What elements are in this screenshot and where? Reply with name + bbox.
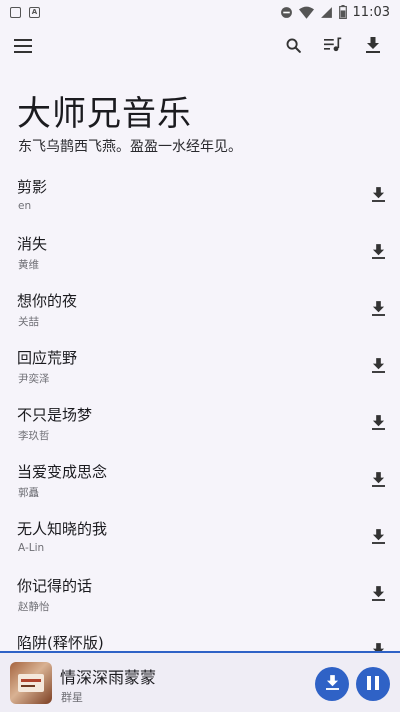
song-row[interactable]: 消失 黄维: [0, 227, 400, 284]
pause-button[interactable]: [356, 667, 390, 701]
notification-box-icon: [10, 6, 21, 18]
menu-button[interactable]: [10, 34, 36, 60]
song-download-button[interactable]: [366, 298, 390, 322]
song-title: 回应荒野: [17, 349, 78, 367]
song-title: 想你的夜: [17, 292, 78, 310]
song-row[interactable]: 当爱变成思念 郭矗: [0, 455, 400, 512]
download-icon: [371, 300, 385, 320]
song-artist: 关喆: [18, 316, 39, 328]
battery-icon: [338, 5, 347, 19]
song-download-button[interactable]: [366, 241, 390, 265]
status-left: A: [10, 6, 40, 18]
page-subtitle: 东飞乌鹊西飞燕。盈盈一水经年见。: [18, 139, 242, 155]
signal-icon: [320, 6, 333, 19]
album-art-frame: [18, 674, 44, 692]
now-playing-bar[interactable]: 情深深雨蒙蒙 群星: [0, 651, 400, 712]
menu-icon: [14, 38, 32, 57]
queue-music-icon: [324, 37, 342, 57]
song-title: 你记得的话: [17, 577, 93, 595]
song-title: 无人知晓的我: [17, 520, 108, 538]
status-bar: A 11:03: [0, 0, 400, 24]
song-title: 消失: [17, 235, 48, 253]
status-time: 11:03: [352, 4, 390, 20]
do-not-disturb-icon: [280, 6, 293, 19]
song-artist: 郭矗: [18, 487, 39, 499]
song-row[interactable]: 不只是场梦 李玖哲: [0, 398, 400, 455]
download-icon: [371, 471, 385, 491]
song-row[interactable]: 想你的夜 关喆: [0, 284, 400, 341]
song-download-button[interactable]: [366, 526, 390, 550]
download-icon: [371, 357, 385, 377]
song-download-button[interactable]: [366, 469, 390, 493]
song-artist: 赵静怡: [18, 601, 50, 613]
queue-music-button[interactable]: [320, 34, 346, 60]
song-artist: 李玖哲: [18, 430, 50, 442]
song-download-button[interactable]: [366, 412, 390, 436]
download-icon: [366, 37, 380, 57]
download-icon: [371, 414, 385, 434]
song-title: 不只是场梦: [17, 406, 93, 424]
pause-icon: [367, 675, 379, 694]
song-artist: A-Lin: [18, 542, 45, 554]
song-row[interactable]: 你记得的话 赵静怡: [0, 569, 400, 626]
top-toolbar: [0, 26, 400, 68]
download-icon: [371, 585, 385, 605]
a-letter-box-icon: A: [29, 6, 40, 18]
song-title: 陷阱(释怀版): [17, 634, 104, 652]
song-download-button[interactable]: [366, 355, 390, 379]
song-row[interactable]: 剪影 en: [0, 170, 400, 227]
download-icon: [371, 243, 385, 263]
song-list: 剪影 en 消失 黄维 想你的夜 关喆 回应荒野 尹奕泽 不只是场梦 李玖哲 当…: [0, 170, 400, 683]
song-download-button[interactable]: [366, 184, 390, 208]
album-art[interactable]: [10, 662, 52, 704]
search-button[interactable]: [280, 34, 306, 60]
now-playing-title: 情深深雨蒙蒙: [60, 668, 157, 687]
song-title: 当爱变成思念: [17, 463, 108, 481]
song-artist: en: [18, 200, 32, 212]
wifi-icon: [298, 6, 314, 19]
song-row[interactable]: 回应荒野 尹奕泽: [0, 341, 400, 398]
download-icon: [371, 528, 385, 548]
album-art-stripe: [21, 685, 35, 687]
song-artist: 尹奕泽: [18, 373, 50, 385]
download-all-button[interactable]: [360, 34, 386, 60]
song-title: 剪影: [17, 178, 48, 196]
song-download-button[interactable]: [366, 583, 390, 607]
search-icon: [285, 37, 302, 58]
page-title: 大师兄音乐: [17, 94, 192, 134]
status-right: 11:03: [280, 5, 390, 20]
song-row[interactable]: 无人知晓的我 A-Lin: [0, 512, 400, 569]
download-icon: [371, 186, 385, 206]
player-download-button[interactable]: [315, 667, 349, 701]
now-playing-artist: 群星: [61, 691, 83, 704]
download-icon: [325, 674, 339, 694]
song-artist: 黄维: [18, 259, 39, 271]
album-art-stripe: [21, 679, 41, 682]
